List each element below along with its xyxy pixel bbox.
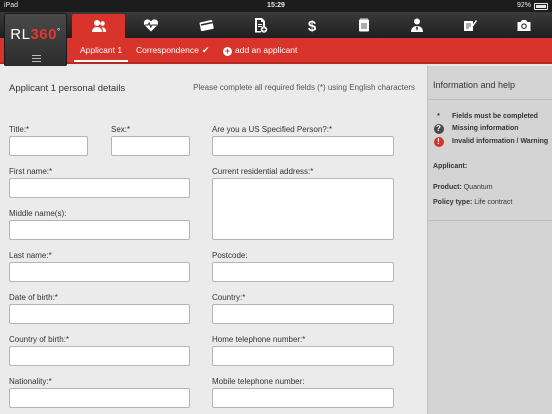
address-label: Current residential address:*: [212, 167, 314, 176]
advisor-icon: [411, 18, 423, 32]
dob-label: Date of birth:*: [9, 293, 58, 302]
country-of-birth-label: Country of birth:*: [9, 335, 70, 344]
add-applicant-label: add an applicant: [235, 45, 298, 55]
check-icon: ✔: [201, 45, 210, 55]
first-name-field[interactable]: [9, 178, 190, 198]
top-nav: $: [0, 12, 552, 38]
form-hint: Please complete all required fields (*) …: [193, 83, 415, 92]
sub-nav: Applicant 1 Correspondence ✔ + add an appl…: [0, 38, 552, 64]
product-label: Product:: [433, 184, 462, 191]
first-name-label: First name:*: [9, 167, 53, 176]
country-field[interactable]: [212, 304, 394, 324]
logo-text-main: RL: [10, 26, 31, 43]
last-name-label: Last name:*: [9, 251, 52, 260]
menu-icon[interactable]: [32, 55, 41, 64]
question-icon-glyph: ?: [433, 123, 444, 134]
divider: [428, 99, 552, 100]
nav-tab-notes[interactable]: [340, 12, 388, 38]
question-icon: ?: [433, 123, 444, 134]
nationality-field[interactable]: [9, 388, 190, 408]
nav-tab-advisor[interactable]: [393, 12, 441, 38]
product-value: Quantum: [463, 184, 493, 191]
postcode-label: Postcode:: [212, 251, 248, 260]
tab-correspondence-label: Correspondence: [136, 45, 199, 55]
battery-percent: 92%: [516, 2, 531, 9]
middle-names-field[interactable]: [9, 220, 190, 240]
logo-mark: °: [57, 27, 61, 36]
mobile-phone-field[interactable]: [212, 388, 394, 408]
legend-required-text: Fields must be completed: [452, 113, 538, 120]
sex-field[interactable]: [111, 136, 190, 156]
logo-text: RL360°: [5, 26, 66, 43]
battery-icon: [534, 2, 548, 10]
people-icon: [91, 20, 106, 32]
last-name-field[interactable]: [9, 262, 190, 282]
help-panel: Information and help * Fields must be co…: [427, 66, 552, 414]
document-add-icon: [255, 18, 268, 33]
asterisk-icon: *: [437, 113, 440, 120]
legend-invalid: ! Invalid information / Warning: [433, 136, 548, 147]
mobile-phone-label: Mobile telephone number:: [212, 377, 305, 386]
tab-correspondence[interactable]: Correspondence ✔: [136, 38, 209, 62]
add-icon: +: [223, 46, 232, 56]
product-info: Product: Quantum: [433, 184, 493, 191]
form-title: Applicant 1 personal details: [9, 83, 126, 94]
battery-status: 92%: [517, 0, 548, 12]
card-icon: [199, 20, 214, 32]
heartbeat-icon: [143, 19, 159, 32]
home-phone-label: Home telephone number:*: [212, 335, 306, 344]
nav-tab-health[interactable]: [125, 12, 177, 38]
nationality-label: Nationality:*: [9, 377, 52, 386]
legend-invalid-text: Invalid information / Warning: [452, 138, 549, 145]
policy-info: Policy type: Life contract: [433, 199, 512, 206]
add-applicant-button[interactable]: + add an applicant: [223, 38, 297, 62]
legend-required: * Fields must be completed: [433, 111, 538, 122]
sex-label: Sex:*: [111, 125, 131, 134]
us-person-field[interactable]: [212, 136, 394, 156]
address-field[interactable]: [212, 178, 394, 240]
applicant-form: Applicant 1 personal details Please comp…: [0, 66, 427, 414]
status-bar: iPad 15:29 92%: [0, 0, 552, 12]
dob-field[interactable]: [9, 304, 190, 324]
tab-applicant-1-label: Applicant 1: [80, 45, 123, 55]
postcode-field[interactable]: [212, 262, 394, 282]
legend-missing: ? Missing information: [433, 123, 519, 134]
policy-value: Life contract: [474, 199, 513, 206]
dollar-icon: $: [308, 18, 317, 33]
home-phone-field[interactable]: [212, 346, 394, 366]
nav-tab-camera[interactable]: [500, 12, 548, 38]
clock: 15:29: [267, 2, 285, 9]
divider: [428, 220, 552, 221]
country-of-birth-field[interactable]: [9, 346, 190, 366]
warning-icon-glyph: !: [433, 136, 444, 147]
notepad-icon: [359, 18, 369, 32]
nav-tab-applicants[interactable]: [72, 14, 125, 38]
middle-names-label: Middle name(s):: [9, 209, 67, 218]
policy-label: Policy type:: [433, 199, 473, 206]
tab-applicant-1[interactable]: Applicant 1: [74, 38, 129, 62]
legend-missing-text: Missing information: [452, 125, 519, 132]
camera-icon: [517, 20, 531, 31]
help-title: Information and help: [433, 80, 516, 90]
nav-tab-payment[interactable]: [182, 12, 232, 38]
app-logo[interactable]: RL360°: [4, 13, 67, 67]
applicant-label: Applicant:: [433, 163, 468, 170]
svg-text:$: $: [308, 18, 317, 33]
warning-icon: !: [433, 136, 444, 147]
title-field[interactable]: [9, 136, 88, 156]
us-person-label: Are you a US Specified Person?:*: [212, 125, 333, 134]
nav-tab-investment[interactable]: $: [288, 12, 336, 38]
logo-text-num: 360: [30, 26, 57, 43]
nav-tab-declaration[interactable]: [446, 12, 494, 38]
nav-tab-documents[interactable]: [235, 12, 285, 38]
country-label: Country:*: [212, 293, 246, 302]
signature-icon: [464, 20, 477, 31]
title-label: Title:*: [9, 125, 30, 134]
